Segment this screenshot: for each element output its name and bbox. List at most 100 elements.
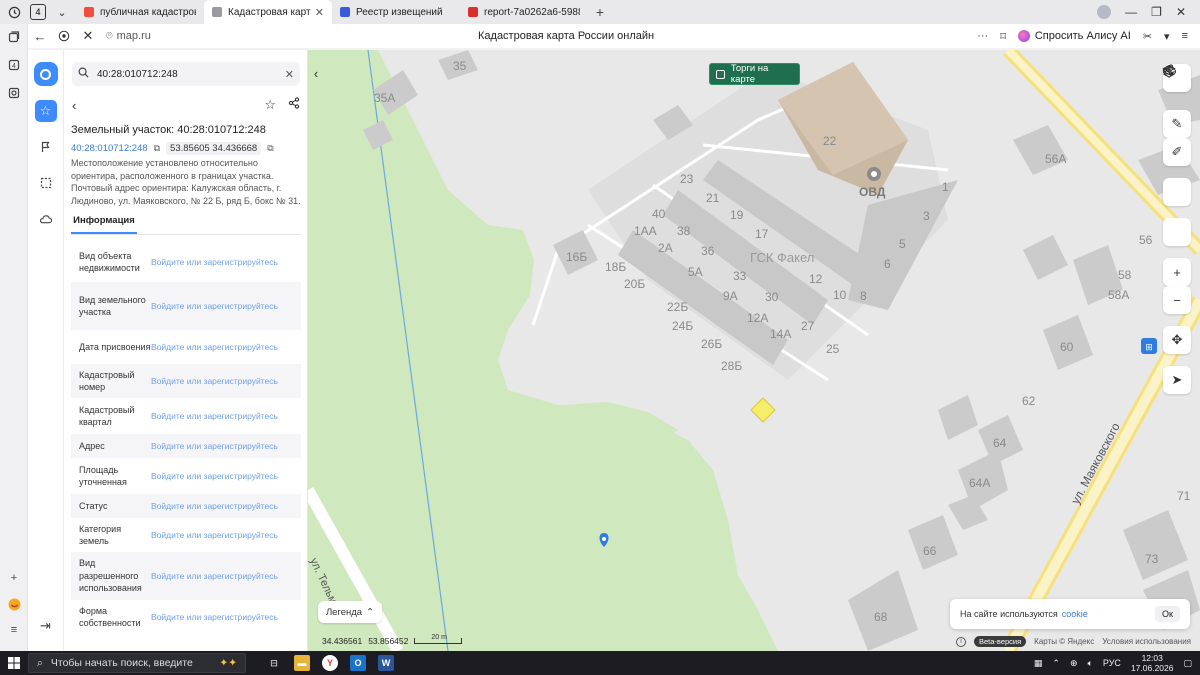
login-link[interactable]: Войдите или зарегистрируйтесь bbox=[151, 411, 278, 421]
site-logo[interactable] bbox=[33, 62, 58, 86]
word-icon[interactable]: W bbox=[378, 655, 394, 671]
house-number-label: 12А bbox=[747, 311, 768, 325]
close-window-icon[interactable]: ✕ bbox=[1176, 5, 1186, 19]
login-link[interactable]: Войдите или зарегистрируйтесь bbox=[151, 342, 278, 352]
login-link[interactable]: Войдите или зарегистрируйтесь bbox=[151, 376, 278, 386]
login-link[interactable]: Войдите или зарегистрируйтесь bbox=[151, 501, 278, 511]
back-arrow-icon[interactable]: ← bbox=[28, 24, 52, 48]
house-number-label: 24Б bbox=[672, 319, 693, 333]
extension-icon[interactable]: ✂ bbox=[1143, 30, 1152, 43]
move-icon[interactable]: ✥ bbox=[1163, 326, 1191, 354]
restore-icon[interactable]: ❐ bbox=[1151, 5, 1162, 19]
legend-button[interactable]: Легенда ⌃ bbox=[318, 601, 382, 623]
volume-icon[interactable]: 🔈︎ bbox=[1088, 658, 1093, 669]
site-info-icon[interactable]: ⌾ bbox=[106, 30, 113, 43]
close-tab-icon[interactable]: ✕ bbox=[315, 6, 324, 19]
network-icon[interactable]: ⊕ bbox=[1070, 658, 1078, 669]
minimize-icon[interactable]: — bbox=[1125, 5, 1137, 19]
cookie-ok-button[interactable]: Ок bbox=[1155, 606, 1180, 622]
house-number-label: 20Б bbox=[624, 277, 645, 291]
map-view[interactable]: ⊞ 35 35А 22 23 1 21 19 3 17 40 1АА 38 2А 36 5 6 16Б 18Б 5А… bbox=[308, 50, 1200, 651]
tab-favicon bbox=[84, 7, 94, 17]
file-explorer-icon[interactable]: ▬ bbox=[294, 655, 310, 671]
login-link[interactable]: Войдите или зарегистрируйтесь bbox=[151, 301, 278, 311]
clear-search-icon[interactable]: ✕ bbox=[285, 68, 294, 81]
task-view-icon[interactable]: ⊟ bbox=[266, 655, 282, 671]
zoom-out-icon[interactable]: − bbox=[1163, 286, 1191, 314]
login-link[interactable]: Войдите или зарегистрируйтесь bbox=[151, 471, 278, 481]
flag-icon[interactable] bbox=[35, 136, 57, 158]
login-link[interactable]: Войдите или зарегистрируйтесь bbox=[151, 441, 278, 451]
tabs-count-icon[interactable]: 4 bbox=[7, 58, 21, 72]
info-icon[interactable]: i bbox=[956, 636, 966, 647]
terms-link[interactable]: Условия использования bbox=[1102, 637, 1191, 646]
svg-text:4: 4 bbox=[12, 63, 16, 70]
torgi-checkbox[interactable] bbox=[716, 69, 725, 79]
app-icon[interactable] bbox=[7, 597, 21, 611]
browser-tab[interactable]: Реестр извещений bbox=[332, 0, 460, 24]
upload-cloud-icon[interactable] bbox=[1163, 66, 1191, 206]
tray-chevron-icon[interactable]: ⌃ bbox=[1052, 658, 1060, 669]
info-row-label: Категория земель bbox=[79, 523, 122, 547]
taskbar-search[interactable]: ⌕ Чтобы начать поиск, введите ✦✦ bbox=[28, 653, 246, 673]
bookmark-icon[interactable]: ⌑ bbox=[1000, 30, 1006, 43]
back-icon[interactable]: ‹ bbox=[72, 98, 76, 113]
menu-icon[interactable]: ≡ bbox=[1182, 30, 1188, 42]
map-canvas[interactable]: ⊞ 3535А222312119 317401АА 382А 36 5616Б18Б 5А… bbox=[308, 50, 1200, 651]
taskbar-widget-icon[interactable]: ▦ bbox=[1034, 658, 1043, 669]
screenshot-icon[interactable] bbox=[7, 86, 21, 100]
notifications-icon[interactable]: ▢ bbox=[1183, 658, 1192, 669]
draw-icon[interactable]: ✐ bbox=[1163, 138, 1191, 166]
tab-information[interactable]: Информация bbox=[71, 215, 137, 234]
menu-icon[interactable]: ≡ bbox=[7, 623, 21, 637]
browser-tab[interactable]: Кадастровая карта Рос ✕ bbox=[204, 0, 332, 24]
yandex-browser-icon[interactable]: Y bbox=[322, 655, 338, 671]
browser-tab[interactable]: публичная кадастровая к bbox=[76, 0, 204, 24]
search-input[interactable] bbox=[97, 68, 285, 80]
outlook-icon[interactable]: O bbox=[350, 655, 366, 671]
copy-icon[interactable]: ⧉ bbox=[267, 143, 273, 154]
login-link[interactable]: Войдите или зарегистрируйтесь bbox=[151, 571, 278, 581]
torgi-toggle[interactable]: Торги на карте bbox=[709, 63, 800, 85]
login-link[interactable]: Войдите или зарегистрируйтесь bbox=[151, 612, 278, 622]
login-link[interactable]: Войдите или зарегистрируйтесь bbox=[151, 530, 278, 540]
browser-tab[interactable]: report-7a0262a6-5988-48 bbox=[460, 0, 588, 24]
chevron-down-icon[interactable]: ⌄ bbox=[54, 4, 70, 20]
house-number-label: 18Б bbox=[605, 260, 626, 274]
collections-icon[interactable] bbox=[7, 30, 21, 44]
alice-icon bbox=[1017, 30, 1030, 42]
zoom-in-icon[interactable]: + bbox=[1163, 258, 1191, 286]
new-tab-button[interactable]: + bbox=[588, 4, 612, 20]
collapse-panel-icon[interactable]: ‹ bbox=[310, 64, 322, 82]
locate-icon[interactable]: ➤ bbox=[1163, 366, 1191, 394]
more-icon[interactable]: ··· bbox=[977, 30, 988, 42]
beta-badge[interactable]: Beta-версия bbox=[974, 636, 1027, 647]
share-map-icon[interactable] bbox=[1162, 64, 1191, 246]
protect-icon[interactable] bbox=[52, 24, 76, 48]
windows-start-icon[interactable] bbox=[0, 651, 28, 675]
logout-icon[interactable]: ⇥ bbox=[35, 615, 57, 637]
cadastral-number-link[interactable]: 40:28:010712:248 bbox=[71, 143, 148, 154]
sparkle-icon: ✦✦ bbox=[219, 657, 237, 669]
profile-avatar[interactable] bbox=[1097, 5, 1112, 19]
share-icon[interactable] bbox=[288, 97, 300, 113]
login-link[interactable]: Войдите или зарегистрируйтесь bbox=[151, 257, 278, 267]
copy-icon[interactable]: ⧉ bbox=[154, 143, 160, 154]
cloud-icon[interactable] bbox=[35, 208, 57, 230]
ask-alice-button[interactable]: Спросить Алису AI bbox=[1017, 30, 1131, 42]
star-icon[interactable]: ☆ bbox=[264, 97, 276, 113]
history-icon[interactable] bbox=[6, 4, 22, 20]
tab-counter[interactable]: 4 bbox=[30, 4, 46, 20]
cookie-link[interactable]: cookie bbox=[1062, 609, 1088, 619]
add-icon[interactable]: + bbox=[7, 571, 21, 585]
info-row-label: Вид разрешенного использования bbox=[79, 558, 142, 594]
ruler-icon[interactable]: ✎ bbox=[1163, 110, 1191, 138]
url-text[interactable]: map.ru bbox=[117, 30, 151, 42]
stop-loading-icon[interactable]: ✕ bbox=[76, 24, 100, 48]
favorites-icon[interactable]: ☆ bbox=[34, 100, 57, 122]
select-area-icon[interactable] bbox=[35, 172, 57, 194]
clock[interactable]: 12:03 17.06.2026 bbox=[1131, 653, 1174, 673]
info-row: Категория земель Войдите или зарегистриру… bbox=[71, 518, 301, 552]
download-icon[interactable]: ▾ bbox=[1164, 30, 1170, 43]
language-indicator[interactable]: РУС bbox=[1103, 658, 1121, 668]
